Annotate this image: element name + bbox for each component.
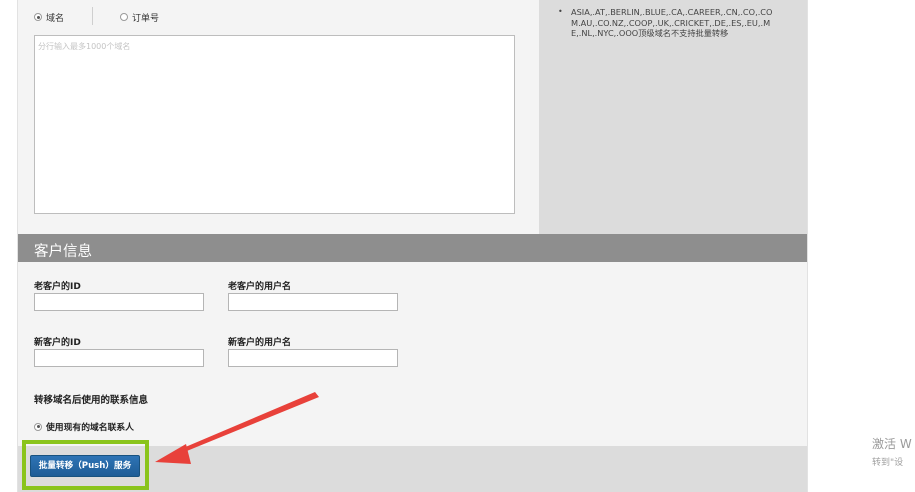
- watermark-line-2: 转到"设: [872, 458, 904, 468]
- search-mode-option-domain[interactable]: 域名: [34, 10, 64, 24]
- bulk-transfer-push-button[interactable]: 批量转移（Push）服务: [30, 455, 140, 477]
- contact-option-label: 使用现有的域名联系人: [46, 423, 134, 433]
- old-username-label: 老客户的用户名: [228, 282, 292, 292]
- radio-order-label: 订单号: [132, 13, 160, 24]
- section-title: 客户信息: [34, 244, 92, 260]
- new-username-label: 新客户的用户名: [228, 338, 292, 348]
- transfer-panel: 域名 订单号 分行输入最多1000个域名 ASIA,.AT,.BERLIN,.B…: [17, 0, 808, 492]
- note-text: ASIA,.AT,.BERLIN,.BLUE,.CA,.CAREER,.CN,.…: [558, 7, 776, 39]
- unsupported-tld-note: ASIA,.AT,.BERLIN,.BLUE,.CA,.CAREER,.CN,.…: [539, 0, 807, 234]
- old-id-input[interactable]: [34, 293, 204, 311]
- radio-domain-label: 域名: [46, 13, 65, 24]
- new-id-label: 新客户的ID: [34, 338, 81, 348]
- domain-input-area: 域名 订单号 分行输入最多1000个域名: [18, 0, 539, 234]
- new-id-input[interactable]: [34, 349, 204, 367]
- customer-info-header: 客户信息: [18, 234, 807, 262]
- new-username-input[interactable]: [228, 349, 398, 367]
- old-id-label: 老客户的ID: [34, 282, 81, 292]
- radio-domain[interactable]: [34, 13, 42, 21]
- domain-list-textarea[interactable]: 分行输入最多1000个域名: [34, 35, 515, 214]
- textarea-placeholder: 分行输入最多1000个域名: [38, 42, 131, 51]
- search-mode-option-order[interactable]: 订单号: [120, 10, 159, 24]
- watermark-line-1: 激活 W: [872, 437, 912, 451]
- mode-divider: [92, 7, 93, 25]
- contact-info-title: 转移域名后使用的联系信息: [34, 395, 149, 406]
- activation-watermark: 激活 W 转到"设: [872, 435, 912, 468]
- contact-option-existing[interactable]: 使用现有的域名联系人: [34, 420, 134, 433]
- radio-order[interactable]: [120, 13, 128, 21]
- radio-existing-contact[interactable]: [34, 422, 42, 431]
- note-list: ASIA,.AT,.BERLIN,.BLUE,.CA,.CAREER,.CN,.…: [539, 0, 807, 39]
- old-username-input[interactable]: [228, 293, 398, 311]
